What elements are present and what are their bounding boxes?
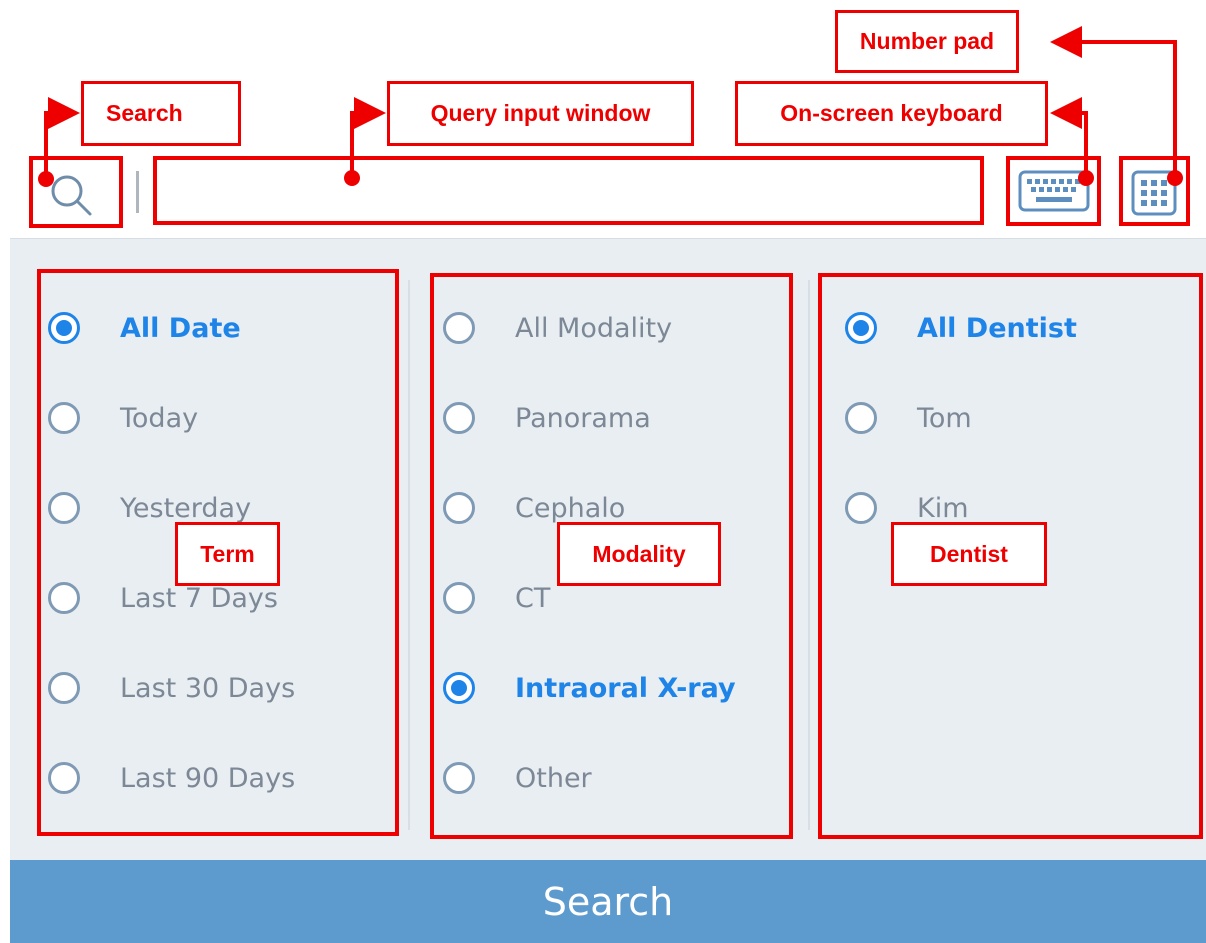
annotation-label-modality: Modality [557, 522, 721, 586]
annotation-label-query-input-window: Query input window [387, 81, 694, 146]
annotation-label-term: Term [175, 522, 280, 586]
annotation-label-onscreen-keyboard: On-screen keyboard [735, 81, 1048, 146]
annotation-label-search: Search [81, 81, 241, 146]
annotation-label-number-pad: Number pad [835, 10, 1019, 73]
annotation-label-dentist: Dentist [891, 522, 1047, 586]
